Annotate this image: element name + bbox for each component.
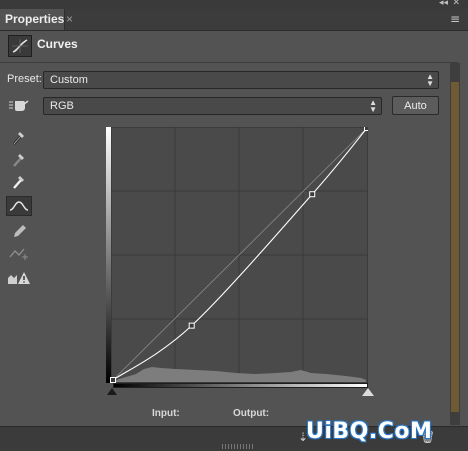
input-label: Input: xyxy=(152,408,180,419)
edit-points-curve-icon[interactable] xyxy=(6,196,32,216)
top-bar xyxy=(0,0,468,9)
curve-control-point[interactable] xyxy=(110,377,116,383)
divider xyxy=(0,62,458,63)
scrollbar-thumb[interactable] xyxy=(451,82,459,412)
curves-graph[interactable] xyxy=(106,127,368,383)
tab-properties[interactable]: Properties xyxy=(0,9,65,30)
curves-adjustment-icon xyxy=(8,35,32,57)
channel-value: RGB xyxy=(50,100,74,112)
collapse-panels-icon[interactable]: ◂◂ xyxy=(439,0,448,8)
black-point-slider[interactable] xyxy=(107,388,117,395)
auto-button[interactable]: Auto xyxy=(392,96,439,115)
preset-value: Custom xyxy=(50,74,88,86)
dropdown-arrows-icon: ▲ ▼ xyxy=(369,98,377,114)
panel-tab-row: Properties × ≡ xyxy=(0,9,468,31)
preset-label: Preset: xyxy=(7,73,42,85)
resize-grip[interactable] xyxy=(222,444,254,449)
preset-dropdown[interactable]: Custom ▲ ▼ xyxy=(43,71,439,89)
smooth-curve-icon[interactable] xyxy=(6,243,32,263)
targeted-adjustment-hand-icon[interactable] xyxy=(6,95,32,115)
white-point-eyedropper-icon[interactable] xyxy=(6,171,32,191)
clipping-warning-icon[interactable] xyxy=(6,268,32,288)
panel-menu-icon[interactable]: ≡ xyxy=(450,11,460,27)
curve-control-point[interactable] xyxy=(188,322,195,329)
tab-close-icon[interactable]: × xyxy=(66,9,73,30)
close-panel-icon[interactable]: ✕ xyxy=(452,0,460,8)
gray-point-eyedropper-icon[interactable] xyxy=(6,149,32,169)
white-point-slider[interactable] xyxy=(362,388,374,396)
dropdown-arrows-icon: ▲ ▼ xyxy=(426,72,434,88)
channel-dropdown[interactable]: RGB ▲ ▼ xyxy=(43,97,382,115)
input-gradient-bar xyxy=(113,383,368,388)
pencil-draw-icon[interactable] xyxy=(6,220,32,240)
curve-control-point[interactable] xyxy=(309,191,316,198)
watermark-logo: UiBQ.CoM xyxy=(306,419,433,444)
output-label: Output: xyxy=(233,408,270,419)
black-point-eyedropper-icon[interactable] xyxy=(6,127,32,147)
panel-title: Curves xyxy=(37,37,78,51)
curve-control-point[interactable] xyxy=(364,127,369,131)
